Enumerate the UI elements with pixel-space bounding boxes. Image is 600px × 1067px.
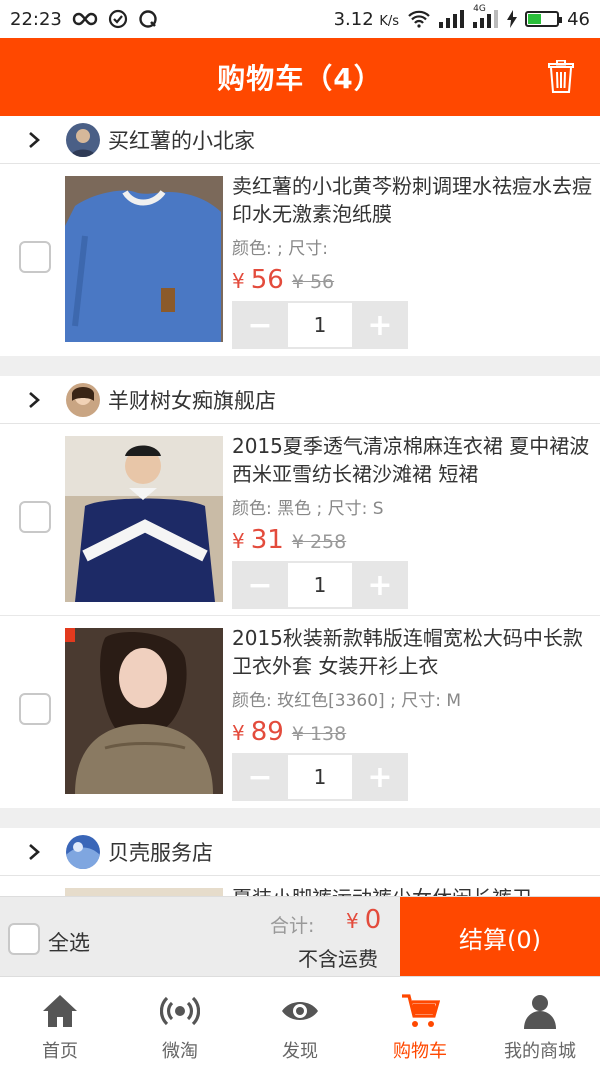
shop-section: 羊财树女痴旗舰店 2015夏季透气清凉棉麻连衣裙 夏中裙波西米亚雪纺长裙沙滩裙 … [0, 376, 600, 808]
network-speed: 3.12 K/s [333, 8, 400, 30]
item-checkbox[interactable] [19, 693, 51, 725]
shop-header[interactable]: 买红薯的小北家 [0, 116, 600, 164]
cart-item: 夏装小脚裤运动裤少女休闲长裤卫 [0, 876, 600, 896]
tab-bar: 首页 微淘 发现 购物车 我的商城 [0, 976, 600, 1067]
header-bar: 购物车（4） [0, 38, 600, 116]
shop-section: 买红薯的小北家 卖红薯的小北黄芩粉刺调理水祛痘水去痘印水无激素泡纸膜 颜色: ;… [0, 116, 600, 356]
current-price: ¥89 [232, 717, 284, 747]
item-checkbox[interactable] [19, 241, 51, 273]
chevron-right-icon[interactable] [24, 130, 44, 150]
checkout-button[interactable]: 结算(0) [400, 897, 600, 977]
product-title[interactable]: 夏装小脚裤运动裤少女休闲长裤卫 [232, 884, 592, 896]
tab-my-mall[interactable]: 我的商城 [480, 977, 600, 1067]
eye-icon [282, 1002, 318, 1020]
current-price: ¥31 [232, 525, 284, 555]
check-circle-icon [108, 9, 128, 29]
shop-name: 买红薯的小北家 [108, 128, 255, 153]
shop-name: 羊财树女痴旗舰店 [108, 388, 276, 413]
tab-weitao[interactable]: 微淘 [120, 977, 240, 1067]
quantity-value[interactable]: 1 [288, 301, 352, 349]
signal-4g-icon: 4G [473, 4, 499, 28]
page-title: 购物车（4） [217, 62, 383, 95]
product-spec: 颜色: 玫红色[3360] ; 尺寸: M [232, 691, 461, 711]
tab-home[interactable]: 首页 [0, 977, 120, 1067]
quantity-stepper: − 1 + [232, 753, 408, 801]
trash-icon[interactable] [548, 60, 574, 94]
item-checkbox[interactable] [19, 501, 51, 533]
total-value: ¥0 [346, 905, 382, 935]
quantity-stepper: − 1 + [232, 301, 408, 349]
signal-icon [439, 10, 465, 28]
current-price: ¥56 [232, 265, 284, 295]
tab-label: 我的商城 [504, 1041, 576, 1062]
quantity-value[interactable]: 1 [288, 753, 352, 801]
decrement-button[interactable]: − [232, 561, 288, 609]
shop-section: 贝壳服务店 夏装小脚裤运动裤少女休闲长裤卫 [0, 828, 600, 896]
cart-list[interactable]: 买红薯的小北家 卖红薯的小北黄芩粉刺调理水祛痘水去痘印水无激素泡纸膜 颜色: ;… [0, 116, 600, 896]
status-time: 22:23 [10, 8, 62, 30]
increment-button[interactable]: + [352, 753, 408, 801]
tab-label: 微淘 [162, 1041, 198, 1062]
product-image[interactable] [65, 176, 223, 342]
infinity-icon [72, 12, 98, 26]
original-price: ¥ 56 [291, 271, 335, 293]
charging-icon [507, 10, 518, 28]
quantity-stepper: − 1 + [232, 561, 408, 609]
tab-cart[interactable]: 购物车 [360, 977, 480, 1067]
broadcast-icon [160, 996, 200, 1026]
original-price: ¥ 138 [291, 723, 347, 745]
tab-label: 首页 [42, 1041, 78, 1062]
shop-header[interactable]: 贝壳服务店 [0, 828, 600, 876]
chevron-right-icon[interactable] [24, 842, 44, 862]
product-image[interactable] [65, 436, 223, 602]
user-icon [524, 995, 556, 1029]
increment-button[interactable]: + [352, 561, 408, 609]
checkout-bar: 全选 合计: ¥0 不含运费 结算(0) [0, 896, 600, 977]
home-icon [43, 995, 77, 1027]
shop-avatar [66, 834, 100, 869]
product-title[interactable]: 2015夏季透气清凉棉麻连衣裙 夏中裙波西米亚雪纺长裙沙滩裙 短裙 [232, 432, 592, 488]
chevron-right-icon[interactable] [24, 390, 44, 410]
decrement-button[interactable]: − [232, 753, 288, 801]
battery-icon [525, 11, 563, 27]
quantity-value[interactable]: 1 [288, 561, 352, 609]
shop-header[interactable]: 羊财树女痴旗舰店 [0, 376, 600, 424]
q-app-icon [138, 9, 158, 29]
tab-label: 发现 [282, 1041, 318, 1062]
original-price: ¥ 258 [291, 531, 347, 553]
product-image[interactable] [65, 888, 223, 896]
product-spec: 颜色: ; 尺寸: [232, 239, 328, 259]
tab-discover[interactable]: 发现 [240, 977, 360, 1067]
increment-button[interactable]: + [352, 301, 408, 349]
product-title[interactable]: 2015秋装新款韩版连帽宽松大码中长款卫衣外套 女装开衫上衣 [232, 624, 592, 680]
product-image[interactable] [65, 628, 223, 794]
battery-percent: 46 [567, 8, 590, 30]
cart-item: 2015秋装新款韩版连帽宽松大码中长款卫衣外套 女装开衫上衣 颜色: 玫红色[3… [0, 616, 600, 808]
wifi-icon [407, 10, 431, 28]
product-title[interactable]: 卖红薯的小北黄芩粉刺调理水祛痘水去痘印水无激素泡纸膜 [232, 172, 592, 228]
status-bar: 22:23 3.12 K/s 4G 46 [0, 0, 600, 38]
cart-item: 卖红薯的小北黄芩粉刺调理水祛痘水去痘印水无激素泡纸膜 颜色: ; 尺寸: ¥56… [0, 164, 600, 356]
cart-item: 2015夏季透气清凉棉麻连衣裙 夏中裙波西米亚雪纺长裙沙滩裙 短裙 颜色: 黑色… [0, 424, 600, 616]
shipping-note: 不含运费 [298, 947, 378, 971]
select-all-checkbox[interactable] [8, 923, 40, 955]
shop-name: 贝壳服务店 [108, 840, 213, 865]
total-label: 合计: [270, 915, 315, 937]
product-spec: 颜色: 黑色 ; 尺寸: S [232, 499, 384, 519]
select-all-label[interactable]: 全选 [48, 927, 90, 957]
shop-avatar [66, 382, 100, 417]
cart-icon [402, 994, 440, 1027]
tab-label: 购物车 [393, 1041, 447, 1062]
shop-avatar [66, 122, 100, 157]
decrement-button[interactable]: − [232, 301, 288, 349]
